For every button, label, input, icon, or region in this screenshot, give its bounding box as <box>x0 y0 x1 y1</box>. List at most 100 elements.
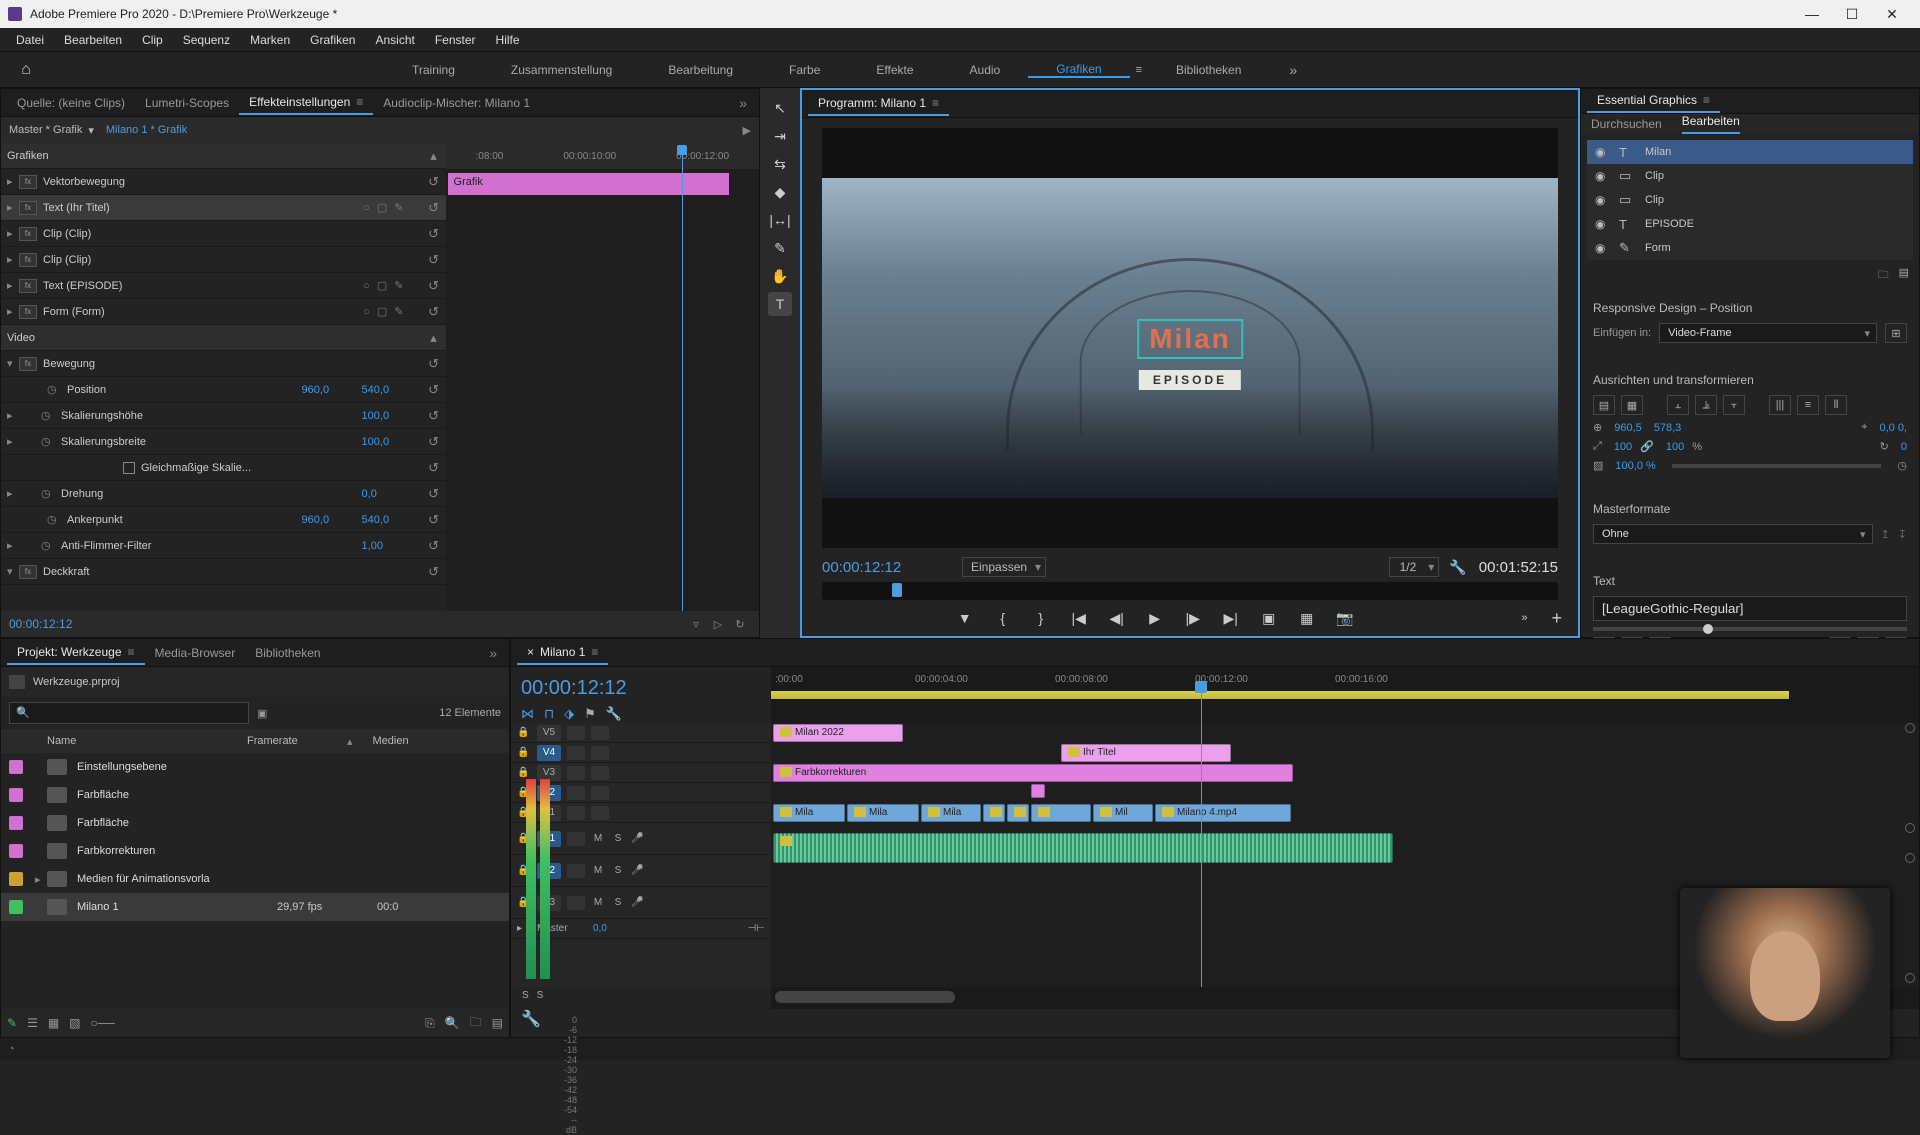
mute-button[interactable]: M <box>591 833 605 844</box>
extract-icon[interactable]: ▦ <box>1295 606 1319 630</box>
menu-marken[interactable]: Marken <box>240 33 300 47</box>
clip-farbkorrekturen[interactable]: Farbkorrekturen <box>773 764 1293 782</box>
stopwatch-icon[interactable]: ◷ <box>47 383 63 396</box>
mute-button[interactable]: M <box>591 897 605 908</box>
playhead-line[interactable] <box>1201 723 1202 987</box>
ec-row-position[interactable]: ◷Position960,0540,0↺ <box>1 377 446 403</box>
voiceover-icon[interactable]: 🎤 <box>631 897 643 908</box>
mute-button[interactable]: M <box>591 865 605 876</box>
zoom-slider-icon[interactable]: ○── <box>91 1016 115 1030</box>
clip-marker[interactable] <box>1031 784 1045 798</box>
toggle-output-icon[interactable] <box>567 896 585 910</box>
ec-row-anti-flimmer[interactable]: ▸◷Anti-Flimmer-Filter1,00↺ <box>1 533 446 559</box>
clip-ihr-titel[interactable]: Ihr Titel <box>1061 744 1231 762</box>
project-item[interactable]: Farbfläche <box>1 781 509 809</box>
ec-sequence-label[interactable]: Milano 1 * Grafik <box>106 124 187 136</box>
solo-button[interactable]: S <box>611 865 625 876</box>
collapse-icon[interactable]: ▴ <box>422 330 446 346</box>
snap-icon[interactable]: ⋈ <box>521 706 534 722</box>
layer-row-clip-2[interactable]: ◉▭Clip <box>1587 188 1913 212</box>
freeform-view-icon[interactable]: ▧ <box>69 1016 80 1030</box>
ec-group-video[interactable]: Video▴ <box>1 325 446 351</box>
position-icon[interactable]: ⊕ <box>1593 421 1602 434</box>
menu-sequenz[interactable]: Sequenz <box>173 33 240 47</box>
reset-icon[interactable]: ↺ <box>422 174 446 190</box>
workspace-farbe[interactable]: Farbe <box>761 63 848 77</box>
graphic-title-text[interactable]: Milan <box>1137 319 1243 359</box>
track-header-v2[interactable]: 🔒V2 <box>511 783 771 803</box>
label-chip[interactable] <box>9 872 23 886</box>
reset-icon[interactable]: ↺ <box>422 356 446 372</box>
visibility-icon[interactable]: ◉ <box>1595 193 1609 207</box>
solo-button[interactable]: S <box>611 897 625 908</box>
stopwatch-icon[interactable]: ◷ <box>1897 459 1907 472</box>
timeline-playhead[interactable] <box>1201 681 1202 723</box>
layer-row-clip-1[interactable]: ◉▭Clip <box>1587 164 1913 188</box>
zoom-fit-dropdown[interactable]: Einpassen <box>962 557 1046 577</box>
stopwatch-icon[interactable]: ◷ <box>47 513 63 526</box>
button-editor-icon[interactable]: + <box>1552 608 1563 629</box>
anchor-icon[interactable]: ⌖ <box>1861 421 1867 434</box>
track-header-a1[interactable]: 🔒A1MS🎤 <box>511 823 771 855</box>
step-forward-icon[interactable]: |▶ <box>1181 606 1205 630</box>
workspace-grafiken[interactable]: Grafiken <box>1028 62 1129 78</box>
masterformat-up-icon[interactable]: ↥ <box>1881 528 1890 541</box>
voiceover-icon[interactable]: 🎤 <box>631 833 643 844</box>
tab-menu-icon[interactable]: ≡ <box>1703 93 1710 107</box>
lock-icon[interactable]: 🔒 <box>517 767 531 778</box>
ec-graphic-bar[interactable]: Grafik <box>448 173 729 195</box>
workspace-overflow-icon[interactable]: » <box>1269 62 1317 78</box>
reset-icon[interactable]: ↺ <box>422 460 446 476</box>
scrub-knob[interactable] <box>892 583 902 597</box>
mark-out-left-icon[interactable]: { <box>991 606 1015 630</box>
align-top-icon[interactable]: ⫠ <box>1667 395 1689 415</box>
new-folder-icon[interactable]: 🗀 <box>1878 266 1889 285</box>
scale-link-icon[interactable]: 🔗 <box>1640 440 1654 453</box>
fx-badge-icon[interactable]: fx <box>19 175 37 189</box>
ec-play-icon[interactable]: ▶ <box>743 124 751 137</box>
step-back-icon[interactable]: ◀| <box>1105 606 1129 630</box>
track-header-v4[interactable]: 🔒V4 <box>511 743 771 763</box>
reset-icon[interactable]: ↺ <box>422 434 446 450</box>
sort-icon[interactable]: ▴ <box>347 735 353 748</box>
export-frame-icon[interactable]: 📷 <box>1333 606 1357 630</box>
reset-icon[interactable]: ↺ <box>422 408 446 424</box>
ec-timecode[interactable]: 00:00:12:12 <box>9 617 72 631</box>
find-icon[interactable]: 🔍 <box>445 1016 460 1030</box>
uniform-scale-checkbox[interactable] <box>123 462 135 474</box>
clip-milano4[interactable]: Milano 4.mp4 <box>1155 804 1291 822</box>
clip-frag-1[interactable] <box>983 804 1005 822</box>
workspace-zusammenstellung[interactable]: Zusammenstellung <box>483 63 640 77</box>
close-button[interactable]: ✕ <box>1872 0 1912 28</box>
ripple-tool-icon[interactable]: ⇆ <box>768 152 792 176</box>
project-item[interactable]: Farbkorrekturen <box>1 837 509 865</box>
scale-icon[interactable]: ⤢ <box>1593 440 1602 453</box>
settings-wrench-icon[interactable]: 🔧 <box>1449 559 1466 576</box>
ec-row-deckkraft[interactable]: ▾fxDeckkraft↺ <box>1 559 446 585</box>
distribute-h-icon[interactable]: ||| <box>1769 395 1791 415</box>
linked-selection-icon[interactable]: ⊓ <box>544 706 554 722</box>
visibility-icon[interactable]: ◉ <box>1595 241 1609 255</box>
fx-badge-icon[interactable]: fx <box>19 305 37 319</box>
ec-row-vektorbewegung[interactable]: ▸fxVektorbewegung↺ <box>1 169 446 195</box>
marker-icon[interactable]: ⬗ <box>564 706 574 722</box>
program-scrub-bar[interactable] <box>822 582 1558 600</box>
font-size-slider[interactable] <box>1593 627 1907 631</box>
project-search-input[interactable]: 🔍 <box>9 702 249 724</box>
distribute-v-icon[interactable]: ≡ <box>1797 395 1819 415</box>
visibility-icon[interactable]: ◉ <box>1595 145 1609 159</box>
razor-tool-icon[interactable]: ◆ <box>768 180 792 204</box>
lift-icon[interactable]: ▣ <box>1257 606 1281 630</box>
solo-left[interactable]: S <box>522 990 529 1001</box>
bin-icon[interactable]: ▣ <box>257 707 267 720</box>
menu-datei[interactable]: Datei <box>6 33 54 47</box>
program-timecode-current[interactable]: 00:00:12:12 <box>822 559 952 576</box>
go-to-out-icon[interactable]: ▶| <box>1219 606 1243 630</box>
track-header-v3[interactable]: 🔒V3 <box>511 763 771 783</box>
position-x[interactable]: 960,5 <box>1614 422 1642 434</box>
layer-row-milan[interactable]: ◉TMilan <box>1587 140 1913 164</box>
fx-badge-icon[interactable]: fx <box>19 201 37 215</box>
toggle-sync-icon[interactable] <box>591 766 609 780</box>
toggle-output-icon[interactable] <box>567 806 585 820</box>
ec-row-clip-1[interactable]: ▸fxClip (Clip)↺ <box>1 221 446 247</box>
